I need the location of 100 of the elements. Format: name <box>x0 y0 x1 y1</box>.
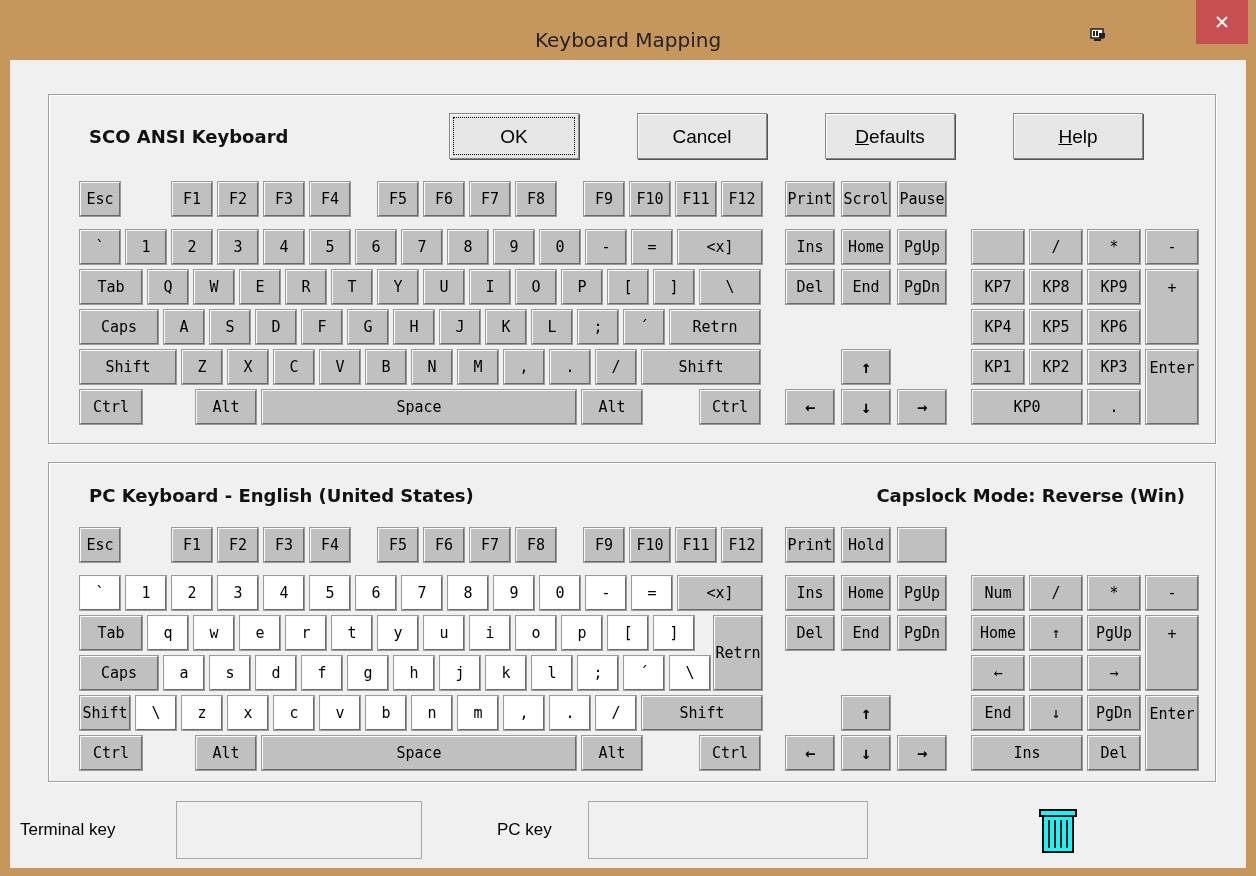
key[interactable]: \ <box>669 655 711 691</box>
keypad-key[interactable]: KP0 <box>971 389 1083 425</box>
key[interactable]: F5 <box>377 527 419 563</box>
keypad-key[interactable]: → <box>1087 655 1141 691</box>
key[interactable]: B <box>365 349 407 385</box>
keypad-key[interactable]: Del <box>1087 735 1141 771</box>
key[interactable]: Ins <box>785 575 835 611</box>
keypad-key[interactable]: ↓ <box>1029 695 1083 731</box>
keypad-key[interactable]: KP4 <box>971 309 1025 345</box>
keypad-key[interactable]: ← <box>971 655 1025 691</box>
key[interactable]: Hold <box>841 527 891 563</box>
key[interactable]: U <box>423 269 465 305</box>
key[interactable]: Retrn <box>669 309 761 345</box>
key[interactable]: 0 <box>539 229 581 265</box>
key[interactable]: 3 <box>217 229 259 265</box>
keypad-key[interactable] <box>971 229 1025 265</box>
key[interactable]: F9 <box>583 181 625 217</box>
key[interactable]: r <box>285 615 327 651</box>
key[interactable]: Retrn <box>713 615 763 691</box>
key[interactable]: Y <box>377 269 419 305</box>
key[interactable]: J <box>439 309 481 345</box>
dialog-button[interactable]: Cancel <box>637 113 767 159</box>
key[interactable]: F5 <box>377 181 419 217</box>
key[interactable]: A <box>163 309 205 345</box>
key[interactable]: Esc <box>79 527 121 563</box>
key[interactable]: d <box>255 655 297 691</box>
keypad-key[interactable]: . <box>1087 389 1141 425</box>
key[interactable]: End <box>841 269 891 305</box>
key[interactable]: Alt <box>195 389 257 425</box>
arrow-key[interactable]: ← <box>785 389 835 425</box>
keypad-key[interactable]: ↑ <box>1029 615 1083 651</box>
key[interactable]: q <box>147 615 189 651</box>
key[interactable]: F4 <box>309 181 351 217</box>
close-button[interactable] <box>1196 0 1248 44</box>
key[interactable]: Ctrl <box>79 735 143 771</box>
keypad-key[interactable]: Enter <box>1145 349 1199 425</box>
key[interactable]: F6 <box>423 181 465 217</box>
key[interactable]: F2 <box>217 527 259 563</box>
key[interactable]: h <box>393 655 435 691</box>
dialog-button[interactable]: Help <box>1013 113 1143 159</box>
key[interactable]: 0 <box>539 575 581 611</box>
key[interactable]: M <box>457 349 499 385</box>
key[interactable]: 5 <box>309 229 351 265</box>
keypad-key[interactable]: Enter <box>1145 695 1199 771</box>
key[interactable]: O <box>515 269 557 305</box>
key[interactable]: Shift <box>641 695 763 731</box>
key[interactable]: End <box>841 615 891 651</box>
key[interactable]: Del <box>785 269 835 305</box>
key[interactable]: <x] <box>677 575 763 611</box>
key[interactable]: Shift <box>79 695 131 731</box>
key[interactable]: x <box>227 695 269 731</box>
key[interactable]: ´ <box>623 655 665 691</box>
key[interactable]: Tab <box>79 615 143 651</box>
key[interactable]: 2 <box>171 229 213 265</box>
keypad-key[interactable]: PgDn <box>1087 695 1141 731</box>
key[interactable]: j <box>439 655 481 691</box>
key[interactable]: k <box>485 655 527 691</box>
key[interactable]: o <box>515 615 557 651</box>
keypad-key[interactable]: Home <box>971 615 1025 651</box>
key[interactable]: 4 <box>263 575 305 611</box>
key[interactable]: 5 <box>309 575 351 611</box>
key[interactable]: e <box>239 615 281 651</box>
key[interactable]: Ins <box>785 229 835 265</box>
key[interactable]: Del <box>785 615 835 651</box>
arrow-key[interactable]: → <box>897 389 947 425</box>
key[interactable]: H <box>393 309 435 345</box>
keypad-key[interactable]: End <box>971 695 1025 731</box>
key[interactable]: Ctrl <box>699 735 761 771</box>
key[interactable]: , <box>503 695 545 731</box>
key[interactable]: E <box>239 269 281 305</box>
dialog-button[interactable]: Defaults <box>825 113 955 159</box>
key[interactable]: S <box>209 309 251 345</box>
key[interactable]: 6 <box>355 575 397 611</box>
key[interactable]: W <box>193 269 235 305</box>
key[interactable]: ` <box>79 229 121 265</box>
key[interactable]: F6 <box>423 527 465 563</box>
key[interactable]: N <box>411 349 453 385</box>
key[interactable]: F11 <box>675 181 717 217</box>
key[interactable]: b <box>365 695 407 731</box>
key[interactable]: F8 <box>515 527 557 563</box>
key[interactable]: - <box>585 229 627 265</box>
key[interactable] <box>897 527 947 563</box>
terminal-key-field[interactable] <box>176 801 422 859</box>
keypad-key[interactable]: KP7 <box>971 269 1025 305</box>
key[interactable]: i <box>469 615 511 651</box>
key[interactable]: F8 <box>515 181 557 217</box>
key[interactable]: I <box>469 269 511 305</box>
key[interactable]: Space <box>261 735 577 771</box>
key[interactable]: = <box>631 575 673 611</box>
key[interactable]: Space <box>261 389 577 425</box>
key[interactable]: F9 <box>583 527 625 563</box>
key[interactable]: F7 <box>469 527 511 563</box>
key[interactable]: Q <box>147 269 189 305</box>
key[interactable]: PgDn <box>897 269 947 305</box>
key[interactable]: y <box>377 615 419 651</box>
key[interactable]: L <box>531 309 573 345</box>
key[interactable]: f <box>301 655 343 691</box>
keypad-key[interactable]: KP2 <box>1029 349 1083 385</box>
keypad-key[interactable]: Ins <box>971 735 1083 771</box>
key[interactable]: 2 <box>171 575 213 611</box>
